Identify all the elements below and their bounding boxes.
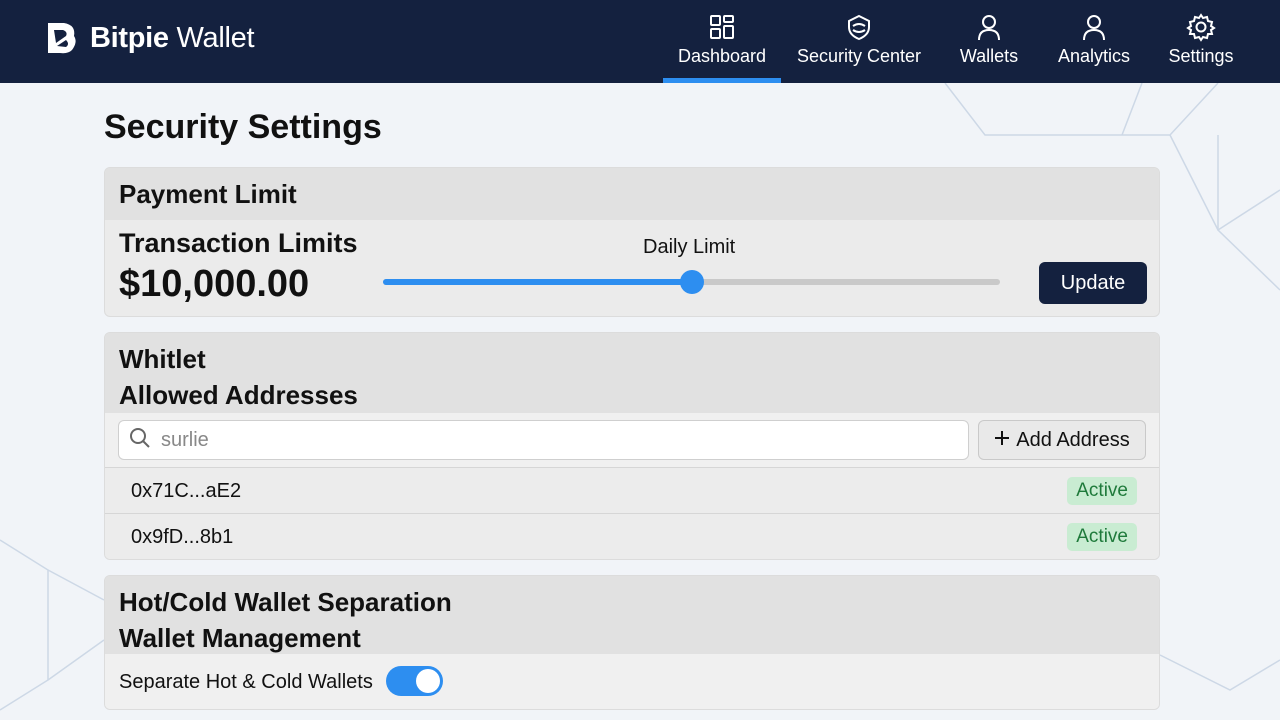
address-text: 0x71C...aE2: [131, 480, 242, 502]
address-search-box[interactable]: [118, 420, 969, 460]
nav-label-security-center: Security Center: [796, 46, 922, 66]
user-icon: [1079, 12, 1109, 42]
hot-cold-heading: Hot/Cold Wallet Separation: [119, 587, 452, 617]
whitelist-card: Whitlet Allowed Addresses Add Address 0x…: [104, 332, 1160, 560]
daily-limit-label: Daily Limit: [643, 236, 736, 258]
daily-limit-slider[interactable]: [383, 270, 1000, 294]
shield-icon: [844, 12, 874, 42]
add-address-button[interactable]: Add Address: [978, 420, 1146, 460]
gear-icon: [1186, 12, 1216, 42]
hot-cold-header: Hot/Cold Wallet Separation Wallet Manage…: [105, 576, 1159, 654]
hot-cold-separation-card: Hot/Cold Wallet Separation Wallet Manage…: [104, 575, 1160, 710]
nav-analytics[interactable]: Analytics: [1048, 0, 1140, 83]
status-badge: Active: [1067, 523, 1137, 551]
wallet-management-heading: Wallet Management: [119, 623, 361, 653]
separation-toggle-label: Separate Hot & Cold Wallets: [119, 671, 373, 693]
nav-wallets[interactable]: Wallets: [950, 0, 1028, 83]
payment-limit-header: Payment Limit: [105, 168, 1159, 220]
bitpie-logo-icon: [48, 23, 76, 54]
slider-thumb[interactable]: [679, 270, 704, 294]
address-search-row: Add Address: [105, 413, 1159, 467]
nav-label-wallets: Wallets: [959, 46, 1019, 66]
search-icon: [129, 427, 151, 454]
update-button[interactable]: Update: [1039, 262, 1147, 304]
transaction-limit-amount: $10,000.00: [119, 263, 310, 305]
slider-fill: [383, 279, 692, 285]
brand-name: Bitpie Wallet: [90, 21, 255, 54]
status-badge: Active: [1067, 477, 1137, 505]
list-item[interactable]: 0x71C...aE2 Active: [105, 467, 1159, 513]
transaction-limits-label: Transaction Limits: [119, 228, 358, 258]
nav-label-analytics: Analytics: [1057, 46, 1131, 66]
user-icon: [974, 12, 1004, 42]
payment-limit-heading: Payment Limit: [119, 179, 297, 209]
page-title: Security Settings: [104, 108, 382, 146]
top-navigation-bar: Bitpie Wallet Dashboard Security Center …: [0, 0, 1280, 83]
plus-icon: [994, 429, 1010, 452]
nav-security-center[interactable]: Security Center: [788, 0, 930, 83]
toggle-knob: [416, 669, 440, 693]
whitelist-heading: Whitlet: [119, 344, 206, 374]
nav-label-dashboard: Dashboard: [677, 46, 767, 66]
address-text: 0x9fD...8b1: [131, 526, 234, 548]
separate-wallets-toggle[interactable]: [386, 666, 443, 696]
add-address-label: Add Address: [1016, 428, 1130, 451]
nav-label-settings: Settings: [1168, 46, 1234, 66]
grid-icon: [707, 12, 737, 42]
nav-dashboard[interactable]: Dashboard: [663, 0, 781, 83]
whitelist-header: Whitlet Allowed Addresses: [105, 333, 1159, 413]
allowed-addresses-heading: Allowed Addresses: [119, 380, 358, 410]
brand-logo[interactable]: Bitpie Wallet: [44, 20, 255, 56]
list-item[interactable]: 0x9fD...8b1 Active: [105, 513, 1159, 559]
active-tab-indicator: [663, 78, 781, 83]
payment-limit-card: Payment Limit Transaction Limits $10,000…: [104, 167, 1160, 317]
separation-toggle-row: Separate Hot & Cold Wallets: [105, 654, 1159, 709]
address-search-input[interactable]: [161, 428, 941, 452]
nav-settings[interactable]: Settings: [1160, 0, 1242, 83]
